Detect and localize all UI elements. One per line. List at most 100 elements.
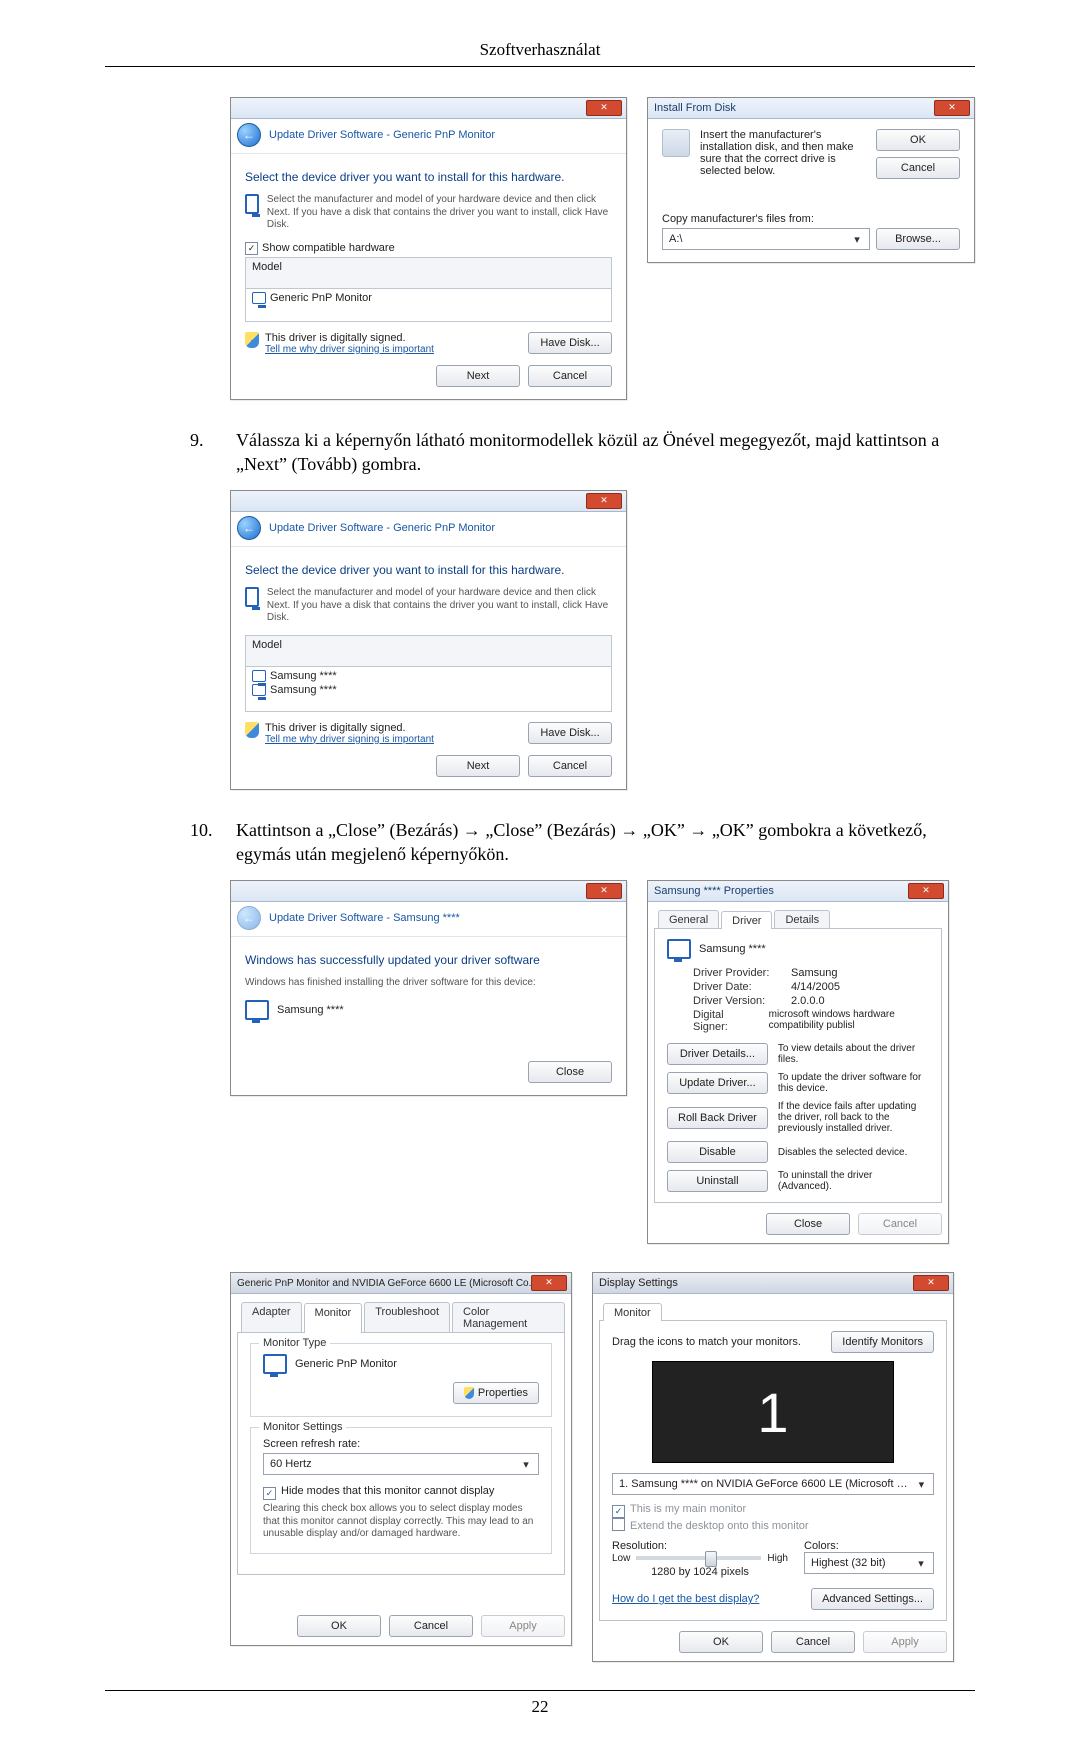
button-desc: To view details about the driver files. — [778, 1043, 929, 1065]
driver-details-button[interactable]: Driver Details... — [667, 1043, 768, 1065]
monitor-properties-dialog: Samsung **** Properties ✕ General Driver… — [647, 880, 949, 1244]
dialog-heading: Windows has successfully updated your dr… — [245, 953, 612, 967]
refresh-rate-label: Screen refresh rate: — [263, 1438, 539, 1450]
ok-button[interactable]: OK — [297, 1615, 381, 1637]
list-item[interactable]: Samsung **** — [250, 683, 607, 697]
monitor-name: Generic PnP Monitor — [295, 1358, 397, 1370]
low-label: Low — [612, 1553, 630, 1564]
dialog-subtext: Select the manufacturer and model of you… — [267, 587, 612, 625]
breadcrumb-bar: ← Update Driver Software - Samsung **** — [231, 902, 626, 937]
device-name: Samsung **** — [699, 943, 766, 955]
close-icon[interactable]: ✕ — [586, 100, 622, 116]
hide-modes-checkbox[interactable]: Hide modes that this monitor cannot disp… — [263, 1485, 539, 1500]
close-icon[interactable]: ✕ — [913, 1275, 949, 1291]
colors-label: Colors: — [804, 1540, 934, 1552]
chevron-down-icon[interactable]: ▾ — [914, 1478, 929, 1491]
breadcrumb-bar: ← Update Driver Software - Generic PnP M… — [231, 512, 626, 547]
label: Driver Date: — [693, 981, 781, 993]
screenshots-row-1: ✕ ← Update Driver Software - Generic PnP… — [230, 97, 975, 400]
install-from-disk-dialog: Install From Disk ✕ Insert the manufactu… — [647, 97, 975, 263]
resolution-value: 1280 by 1024 pixels — [612, 1566, 788, 1578]
close-icon[interactable]: ✕ — [934, 100, 970, 116]
tab-general[interactable]: General — [658, 910, 719, 928]
extend-desktop-checkbox: Extend the desktop onto this monitor — [612, 1518, 934, 1532]
update-driver-button[interactable]: Update Driver... — [667, 1072, 768, 1094]
ok-button[interactable]: OK — [679, 1631, 763, 1653]
identify-monitors-button[interactable]: Identify Monitors — [831, 1331, 934, 1353]
tab-color-mgmt[interactable]: Color Management — [452, 1302, 565, 1332]
dialog-heading: Select the device driver you want to ins… — [245, 563, 612, 577]
next-button[interactable]: Next — [436, 755, 520, 777]
back-icon[interactable]: ← — [237, 123, 261, 147]
tab-driver[interactable]: Driver — [721, 911, 772, 929]
copy-from-input[interactable]: A:\ ▾ — [662, 228, 870, 250]
close-button[interactable]: Close — [766, 1213, 850, 1235]
list-item-label: Samsung **** — [270, 684, 337, 696]
monitor-icon — [252, 670, 266, 682]
best-display-link[interactable]: How do I get the best display? — [612, 1593, 759, 1605]
monitor-settings-group: Monitor Settings Screen refresh rate: 60… — [250, 1427, 552, 1554]
model-list[interactable]: Generic PnP Monitor — [245, 288, 612, 322]
list-item[interactable]: Samsung **** — [250, 669, 607, 683]
disable-button[interactable]: Disable — [667, 1141, 768, 1163]
apply-button: Apply — [481, 1615, 565, 1637]
show-compatible-checkbox[interactable]: Show compatible hardware — [245, 242, 612, 255]
advanced-settings-button[interactable]: Advanced Settings... — [811, 1588, 934, 1610]
slider-thumb[interactable] — [705, 1551, 717, 1567]
update-success-dialog: ✕ ← Update Driver Software - Samsung ***… — [230, 880, 627, 1096]
rollback-driver-button[interactable]: Roll Back Driver — [667, 1107, 768, 1129]
list-item[interactable]: Generic PnP Monitor — [250, 291, 607, 305]
model-header-label: Model — [250, 260, 607, 274]
step-text: Válassza ki a képernyőn látható monitorm… — [236, 428, 975, 477]
monitor-select[interactable]: 1. Samsung **** on NVIDIA GeForce 6600 L… — [612, 1473, 934, 1495]
window-titlebar: ✕ — [231, 881, 626, 902]
dialog-subtext: Windows has finished installing the driv… — [245, 977, 612, 990]
monitor-select-value: 1. Samsung **** on NVIDIA GeForce 6600 L… — [619, 1478, 914, 1490]
tab-adapter[interactable]: Adapter — [241, 1302, 302, 1332]
cancel-button[interactable]: Cancel — [389, 1615, 473, 1637]
page-header: Szoftverhasználat — [105, 40, 975, 67]
ok-button[interactable]: OK — [876, 129, 960, 151]
monitor-preview[interactable]: 1 — [652, 1361, 894, 1463]
tab-monitor[interactable]: Monitor — [603, 1303, 662, 1321]
refresh-rate-select[interactable]: 60 Hertz ▾ — [263, 1453, 539, 1475]
next-button[interactable]: Next — [436, 365, 520, 387]
shield-icon — [464, 1387, 474, 1399]
have-disk-button[interactable]: Have Disk... — [528, 722, 612, 744]
apply-button: Apply — [863, 1631, 947, 1653]
have-disk-button[interactable]: Have Disk... — [528, 332, 612, 354]
chevron-down-icon[interactable]: ▾ — [849, 233, 865, 246]
close-button[interactable]: Close — [528, 1061, 612, 1083]
tab-details[interactable]: Details — [774, 910, 830, 928]
window-title: Samsung **** Properties — [654, 885, 774, 897]
cancel-button[interactable]: Cancel — [876, 157, 960, 179]
update-driver-dialog-1: ✕ ← Update Driver Software - Generic PnP… — [230, 97, 627, 400]
close-icon[interactable]: ✕ — [908, 883, 944, 899]
chevron-down-icon[interactable]: ▾ — [518, 1458, 534, 1471]
cancel-button[interactable]: Cancel — [771, 1631, 855, 1653]
why-signing-link[interactable]: Tell me why driver signing is important — [265, 344, 434, 355]
group-legend: Monitor Type — [259, 1337, 330, 1349]
monitor-icon — [245, 1000, 269, 1020]
close-icon[interactable]: ✕ — [586, 493, 622, 509]
back-icon[interactable]: ← — [237, 516, 261, 540]
hide-modes-desc: Clearing this check box allows you to se… — [263, 1503, 539, 1541]
browse-button[interactable]: Browse... — [876, 228, 960, 250]
why-signing-link[interactable]: Tell me why driver signing is important — [265, 734, 434, 745]
cancel-button[interactable]: Cancel — [528, 365, 612, 387]
chevron-down-icon[interactable]: ▾ — [913, 1557, 929, 1570]
uninstall-button[interactable]: Uninstall — [667, 1170, 768, 1192]
close-icon[interactable]: ✕ — [586, 883, 622, 899]
breadcrumb-bar: ← Update Driver Software - Generic PnP M… — [231, 119, 626, 154]
tab-monitor[interactable]: Monitor — [304, 1303, 363, 1333]
model-list[interactable]: Samsung **** Samsung **** — [245, 666, 612, 712]
properties-button[interactable]: Properties — [453, 1382, 539, 1404]
shield-icon — [245, 332, 259, 348]
update-driver-dialog-2: ✕ ← Update Driver Software - Generic PnP… — [230, 490, 627, 790]
resolution-slider[interactable] — [636, 1556, 761, 1560]
tab-troubleshoot[interactable]: Troubleshoot — [364, 1302, 450, 1332]
close-icon[interactable]: ✕ — [531, 1275, 567, 1291]
signed-text: This driver is digitally signed. — [265, 722, 434, 734]
colors-select[interactable]: Highest (32 bit) ▾ — [804, 1552, 934, 1574]
cancel-button[interactable]: Cancel — [528, 755, 612, 777]
